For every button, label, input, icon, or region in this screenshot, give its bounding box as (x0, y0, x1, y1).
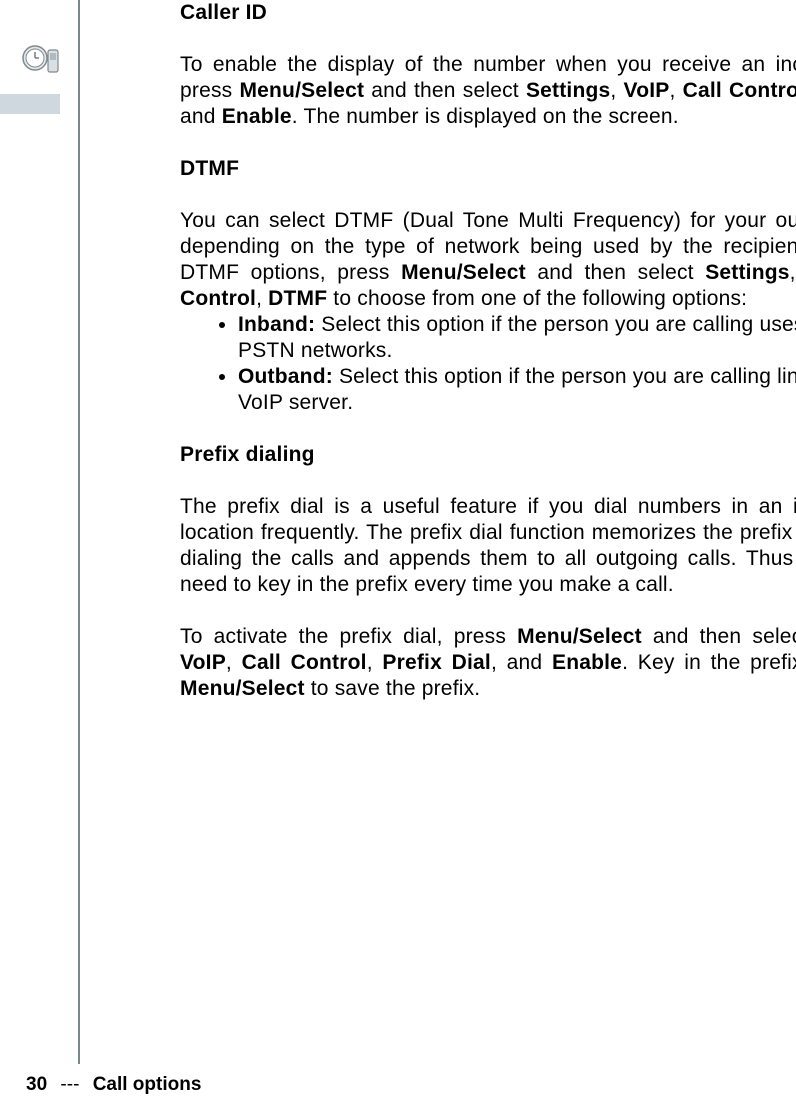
voip-label: VoIP (624, 79, 670, 102)
heading-dtmf: DTMF (180, 156, 796, 182)
text: , (669, 79, 682, 102)
inband-label: Inband: (238, 313, 315, 336)
text: , (226, 651, 242, 674)
text: to choose from one of the following opti… (327, 287, 747, 310)
text: , (610, 79, 623, 102)
text: to save the prefix. (305, 677, 481, 700)
text: . Key in the prefix and press (622, 651, 796, 674)
page-content: Caller ID To enable the display of the n… (180, 0, 796, 728)
text: , and (491, 651, 552, 674)
menu-select-label: Menu/Select (401, 261, 526, 284)
call-control-label: Call Control (242, 651, 367, 674)
side-tab-marker (0, 94, 60, 114)
dtmf-paragraph: You can select DTMF (Dual Tone Multi Fre… (180, 208, 796, 312)
dtmf-options-list: Inband: Select this option if the person… (180, 312, 796, 416)
enable-label: Enable (222, 105, 292, 128)
footer-separator: --- (60, 1074, 79, 1095)
text: , (367, 651, 383, 674)
list-item: Outband: Select this option if the perso… (238, 364, 796, 416)
vertical-divider (78, 0, 80, 1064)
voip-label: VoIP (180, 651, 226, 674)
text: and then select (642, 625, 796, 648)
enable-label: Enable (552, 651, 622, 674)
text: To activate the prefix dial, press (180, 625, 517, 648)
text: and then select (364, 79, 526, 102)
settings-label: Settings (526, 79, 610, 102)
outband-label: Outband: (238, 365, 333, 388)
prefix-dialing-paragraph-2: To activate the prefix dial, press Menu/… (180, 624, 796, 702)
text: , (790, 261, 796, 284)
text: , (256, 287, 268, 310)
prefix-dial-label: Prefix Dial (382, 651, 491, 674)
call-control-label: Call Control (683, 79, 796, 102)
prefix-dialing-paragraph-1: The prefix dial is a useful feature if y… (180, 494, 796, 598)
manual-page: Caller ID To enable the display of the n… (0, 0, 796, 1112)
caller-id-paragraph: To enable the display of the number when… (180, 52, 796, 130)
dtmf-label: DTMF (268, 287, 327, 310)
heading-caller-id: Caller ID (180, 0, 796, 26)
list-item: Inband: Select this option if the person… (238, 312, 796, 364)
heading-prefix-dialing: Prefix dialing (180, 442, 796, 468)
text: . The number is displayed on the screen. (292, 105, 679, 128)
menu-select-label: Menu/Select (239, 79, 364, 102)
menu-select-label: Menu/Select (517, 625, 642, 648)
menu-select-label: Menu/Select (180, 677, 305, 700)
settings-label: Settings (705, 261, 789, 284)
page-number: 30 (26, 1074, 47, 1095)
text: and then select (526, 261, 705, 284)
clock-phone-icon (22, 44, 62, 76)
text: Select this option if the person you are… (238, 313, 796, 362)
footer-title: Call options (93, 1074, 202, 1095)
page-footer: 30 --- Call options (26, 1074, 201, 1096)
